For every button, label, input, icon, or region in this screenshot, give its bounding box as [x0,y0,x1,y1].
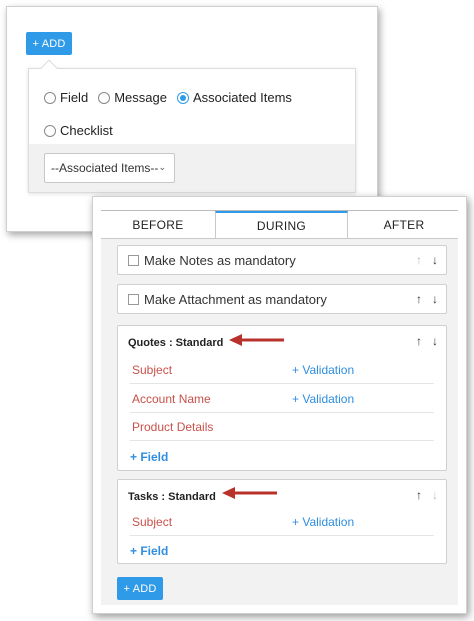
field-row: Subject + Validation [130,356,434,384]
radio-group-row-2: Checklist [44,123,123,138]
field-name[interactable]: Subject [132,363,172,377]
tab-during[interactable]: DURING [215,211,348,239]
checklist-item-attachment: Make Attachment as mandatory ↑ ↓ [117,284,447,314]
reorder-controls: ↑ ↓ [406,285,438,313]
move-down-icon[interactable]: ↓ [432,292,438,306]
add-validation-link[interactable]: + Validation [292,392,354,406]
section-quotes-standard: Quotes : Standard ↑ ↓ Subject + Validati… [117,325,447,471]
popup-caret [40,59,58,77]
reorder-controls: ↑ ↓ [406,246,438,274]
radio-group-row-1: Field Message Associated Items [44,90,302,105]
tab-before[interactable]: BEFORE [101,211,215,238]
annotation-arrow-icon [229,334,284,346]
radio-message[interactable]: Message [98,90,167,105]
add-button[interactable]: + ADD [26,32,72,55]
tab-content: Make Notes as mandatory ↑ ↓ Make Attachm… [101,238,458,605]
radio-checklist-label: Checklist [60,123,113,138]
radio-checklist-circle[interactable] [44,124,56,137]
add-validation-link[interactable]: + Validation [292,515,354,529]
reorder-controls: ↑ ↓ [406,488,438,502]
associated-items-select-value: --Associated Items-- [51,161,159,175]
move-down-icon[interactable]: ↓ [432,334,438,348]
notes-mandatory-label: Make Notes as mandatory [144,252,296,268]
chevron-down-icon: ⌄ [158,162,166,172]
radio-message-label: Message [114,90,167,105]
radio-associated-items-circle[interactable] [176,91,189,104]
move-up-icon[interactable]: ↑ [416,488,422,502]
move-up-icon[interactable]: ↑ [416,292,422,306]
radio-associated-items[interactable]: Associated Items [176,90,292,105]
checkbox-icon[interactable] [128,254,139,266]
move-down-icon[interactable]: ↓ [432,253,438,267]
section-title: Tasks : Standard [128,491,216,503]
section-tasks-standard: Tasks : Standard ↑ ↓ Subject + Validatio… [117,479,447,564]
notes-mandatory-checkbox[interactable]: Make Notes as mandatory [118,246,446,274]
add-validation-link[interactable]: + Validation [292,363,354,377]
annotation-arrow-icon [222,487,277,499]
section-title: Quotes : Standard [128,337,224,349]
attachment-mandatory-checkbox[interactable]: Make Attachment as mandatory [118,285,446,313]
field-name[interactable]: Account Name [132,392,211,406]
checkbox-icon[interactable] [128,293,139,305]
move-up-icon[interactable]: ↑ [416,334,422,348]
field-row: Product Details [130,413,434,441]
field-name[interactable]: Subject [132,515,172,529]
attachment-mandatory-label: Make Attachment as mandatory [144,291,327,307]
radio-associated-items-label: Associated Items [192,90,292,105]
radio-field-label: Field [60,90,89,105]
phase-panel: BEFORE DURING AFTER Make Notes as mandat… [92,196,467,614]
move-up-icon[interactable]: ↑ [416,253,422,267]
field-row: Account Name + Validation [130,385,434,413]
radio-field-circle[interactable] [44,91,56,104]
reorder-controls: ↑ ↓ [406,334,438,348]
checklist-item-notes: Make Notes as mandatory ↑ ↓ [117,245,447,275]
radio-message-circle[interactable] [98,91,111,104]
field-name[interactable]: Product Details [132,420,213,434]
field-row: Subject + Validation [130,508,434,536]
add-field-link[interactable]: + Field [130,450,168,464]
associated-items-select[interactable]: --Associated Items-- ⌄ [44,153,175,183]
add-field-link[interactable]: + Field [130,544,168,558]
move-down-icon[interactable]: ↓ [432,488,438,502]
add-section-button[interactable]: + ADD [117,577,163,600]
add-item-popup: Field Message Associated Items Checklist… [28,59,356,193]
radio-checklist[interactable]: Checklist [44,123,113,138]
radio-field[interactable]: Field [44,90,88,105]
popup-footer: --Associated Items-- ⌄ [29,144,355,192]
tab-after[interactable]: AFTER [348,211,460,238]
